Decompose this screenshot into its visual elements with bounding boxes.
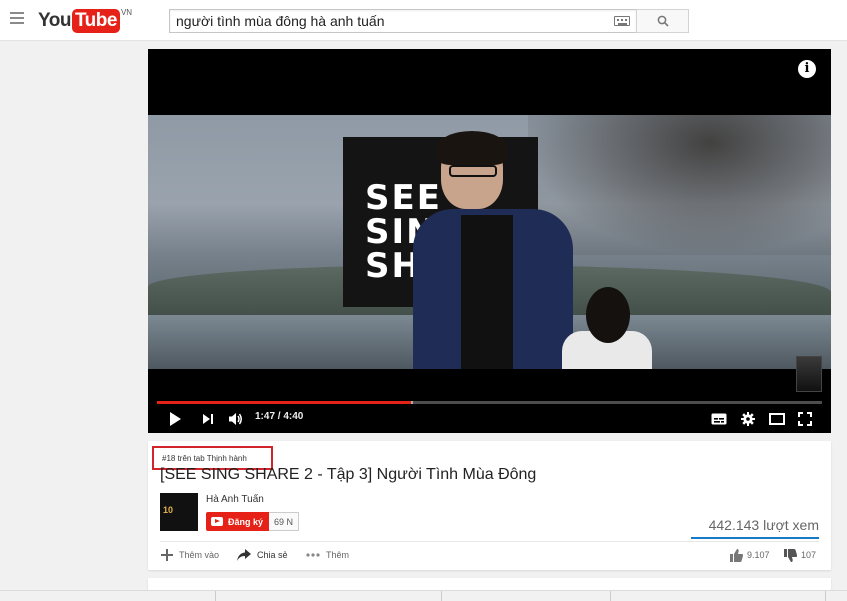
- channel-watermark[interactable]: [796, 356, 822, 392]
- plus-icon: [161, 549, 173, 561]
- fullscreen-button[interactable]: [796, 409, 814, 429]
- share-label: Chia sẻ: [257, 550, 288, 560]
- video-info-panel: #18 trên tab Thịnh hành [SEE SING SHARE …: [148, 441, 831, 570]
- search-icon: [657, 15, 669, 27]
- keyboard-icon[interactable]: [614, 16, 631, 26]
- video-frame[interactable]: SEESINGSHA: [148, 115, 831, 369]
- share-icon: [237, 549, 251, 561]
- play-button[interactable]: [166, 409, 184, 429]
- divider: [160, 541, 819, 542]
- dislike-button[interactable]: 107: [784, 546, 816, 564]
- settings-button[interactable]: [739, 409, 757, 429]
- time-display: 1:47 / 4:40: [255, 411, 304, 422]
- next-button[interactable]: [200, 409, 216, 429]
- share-button[interactable]: Chia sẻ: [237, 546, 288, 564]
- search-form: [169, 9, 689, 33]
- dislike-count: 107: [801, 550, 817, 560]
- play-icon: [170, 412, 181, 426]
- subscribe-action[interactable]: Đăng ký: [206, 512, 270, 531]
- thumbs-down-icon: [784, 548, 797, 562]
- logo-tube-text: Tube: [71, 9, 120, 33]
- settings-icon: [741, 412, 755, 426]
- youtube-logo[interactable]: You Tube VN: [38, 8, 133, 33]
- video-title: [SEE SING SHARE 2 - Tập 3] Người Tình Mù…: [160, 466, 537, 483]
- bottom-strip: [0, 590, 847, 601]
- like-count: 9.107: [747, 550, 770, 560]
- youtube-play-icon: [211, 517, 223, 526]
- subscribe-label: Đăng ký: [228, 516, 264, 527]
- progress-bar[interactable]: [157, 401, 822, 404]
- guitarist-figure: [562, 287, 652, 369]
- video-scene-tree: [528, 115, 831, 255]
- subtitles-icon: [711, 413, 727, 425]
- subscriber-count: 69 N: [269, 512, 300, 531]
- video-player[interactable]: SEESINGSHA i: [148, 49, 831, 433]
- player-controls: 1:47 / 4:40: [148, 405, 831, 433]
- like-button[interactable]: 9.107: [730, 546, 770, 564]
- theater-icon: [769, 413, 785, 425]
- search-input[interactable]: [170, 10, 600, 32]
- add-to-button[interactable]: Thêm vào: [161, 546, 219, 564]
- channel-name-link[interactable]: Hà Anh Tuấn: [206, 494, 264, 505]
- view-count: 442.143 lượt xem: [708, 517, 819, 533]
- search-box: [169, 9, 637, 33]
- thumbs-up-icon: [730, 548, 743, 562]
- next-icon: [203, 414, 213, 424]
- fullscreen-icon: [798, 412, 812, 426]
- subtitles-button[interactable]: [710, 409, 728, 429]
- progress-played: [157, 401, 412, 404]
- more-dots-icon: [306, 553, 320, 557]
- search-button[interactable]: [636, 9, 689, 33]
- add-to-label: Thêm vào: [179, 550, 220, 560]
- logo-country-code: VN: [120, 8, 133, 17]
- masthead: You Tube VN: [0, 0, 847, 41]
- subscribe-button[interactable]: Đăng ký 69 N: [206, 512, 300, 531]
- info-card-icon[interactable]: i: [798, 60, 816, 78]
- volume-icon: [229, 413, 242, 425]
- guide-menu-icon[interactable]: [10, 12, 24, 28]
- sentiment-bar: [691, 537, 819, 539]
- more-actions-button[interactable]: Thêm: [306, 546, 349, 564]
- mute-button[interactable]: [226, 409, 246, 429]
- logo-you-text: You: [38, 10, 71, 31]
- singer-figure: [413, 131, 573, 369]
- more-label: Thêm: [326, 550, 350, 560]
- channel-avatar[interactable]: 10: [160, 493, 198, 531]
- theater-mode-button[interactable]: [768, 409, 786, 429]
